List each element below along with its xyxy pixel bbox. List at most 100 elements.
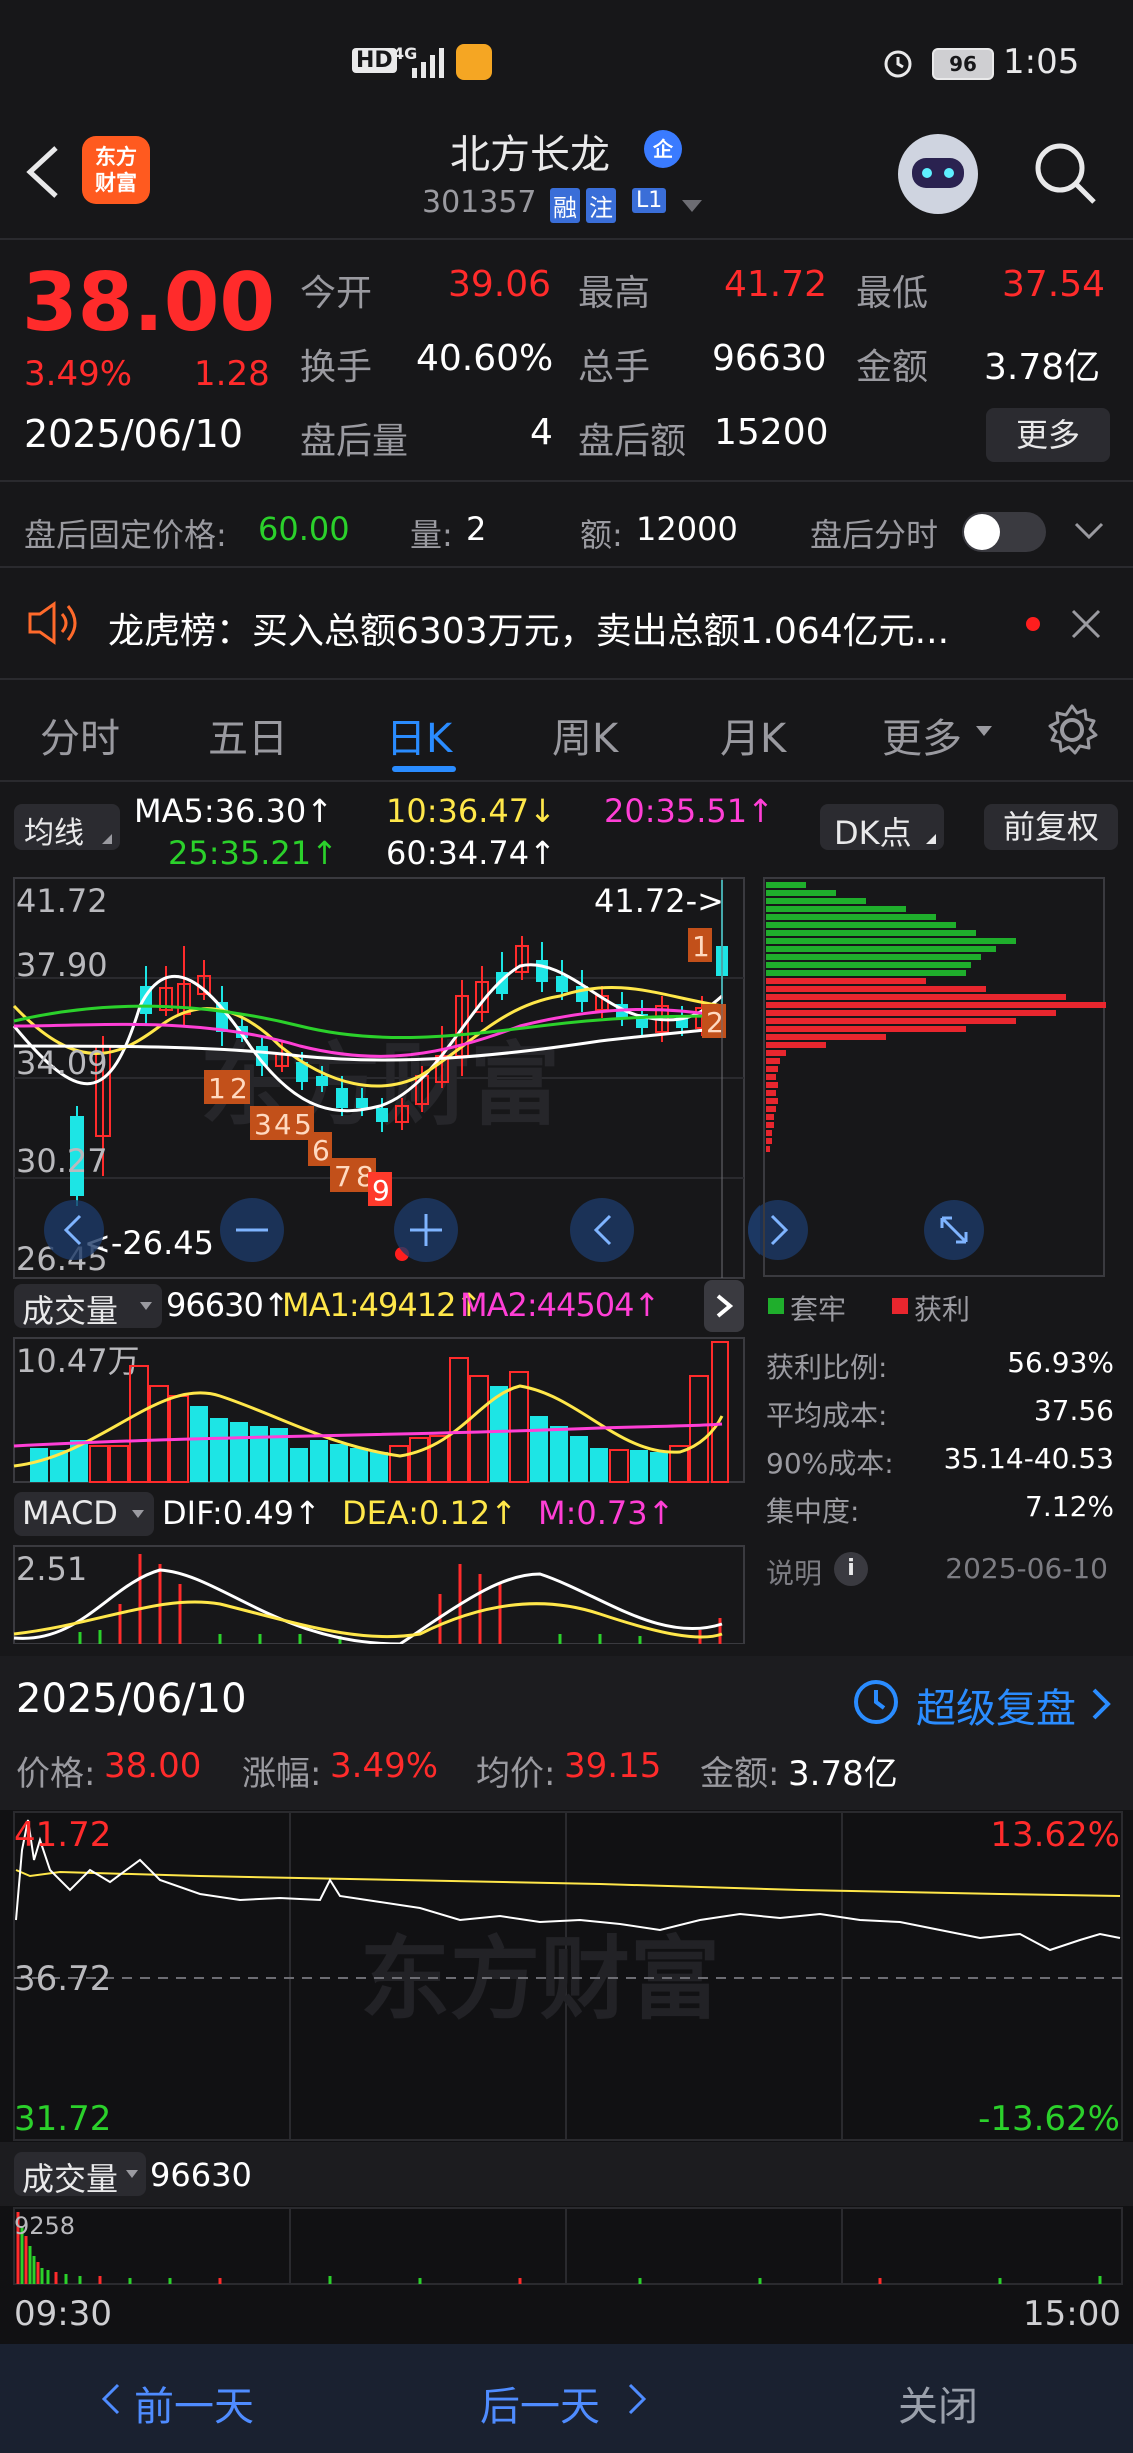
note-date: 2025-06-10: [945, 1552, 1108, 1585]
tab-intraday[interactable]: 分时: [40, 706, 120, 764]
dk-point-button[interactable]: DK点: [820, 804, 944, 852]
chip-stats: 套牢 获利 获利比例: 56.93% 平均成本: 37.56 90%成本: 35…: [762, 1284, 1122, 1590]
after-amt-value: 12000: [636, 510, 738, 548]
profit-ratio-label: 获利比例:: [766, 1351, 888, 1384]
volume-selector[interactable]: 成交量: [14, 1284, 162, 1330]
bottom-nav: 前一天 后一天 关闭: [0, 2344, 1133, 2453]
battery-indicator: 96: [932, 48, 994, 80]
concentration-label: 集中度:: [766, 1495, 860, 1528]
macd-top-label: 2.51: [16, 1550, 87, 1588]
chevron-right-blue-icon[interactable]: [1090, 1686, 1114, 1722]
legend-trapped: 套牢: [790, 1293, 847, 1326]
chip-profit-bars: [766, 978, 1106, 1152]
low-label: 最低: [856, 273, 929, 314]
high-label: 最高: [578, 273, 651, 314]
intraday-top-pct: 13.62%: [990, 1815, 1120, 1855]
notice-bar[interactable]: 龙虎榜：买入总额6303万元，卖出总额1.064亿元...: [0, 568, 1133, 678]
search-icon[interactable]: [1030, 138, 1100, 208]
history-replay-icon[interactable]: [850, 1676, 902, 1728]
tab-active-underline: [392, 766, 456, 772]
panel-expand-button[interactable]: [704, 1280, 744, 1332]
speaker-icon: [28, 601, 77, 645]
robot-avatar-icon[interactable]: [898, 134, 978, 214]
y-label-1: 41.72: [16, 882, 108, 920]
scroll-left-button[interactable]: [570, 1198, 634, 1262]
status-bar: HD 4G 96 1:05: [0, 0, 1133, 120]
app-logo[interactable]: 东方 财富: [82, 136, 150, 204]
battery-level: 96: [949, 52, 977, 76]
intraday-volume-selector[interactable]: 成交量: [14, 2152, 146, 2198]
after-intraday-toggle[interactable]: [962, 512, 1046, 552]
adjust-button[interactable]: 前复权: [984, 804, 1118, 850]
chart-controls: [220, 1198, 760, 1262]
volume-value: 96630: [712, 338, 827, 379]
more-button[interactable]: 更多: [986, 408, 1110, 462]
prev-kline-arrow-icon[interactable]: [42, 1198, 106, 1262]
macd-panel-header: MACD DIF:0.49↑ DEA:0.12↑ M:0.73↑: [0, 1488, 760, 1540]
seq-label-1: 1: [208, 1072, 226, 1105]
note-link[interactable]: 说明: [766, 1552, 822, 1592]
close-button[interactable]: 关闭: [898, 2374, 978, 2432]
y-label-2: 37.90: [16, 946, 108, 984]
hd-indicator: HD: [352, 48, 397, 73]
change-amount: 1.28: [194, 354, 270, 394]
fixed-price-label: 盘后固定价格:: [24, 516, 227, 554]
quote-panel: 38.00 3.49% 1.28 2025/06/10 今开 39.06 最高 …: [0, 240, 1133, 480]
tab-five-day[interactable]: 五日: [208, 706, 288, 764]
macd-chart: 2.51: [13, 1545, 745, 1644]
seq-label-2-top: 2: [706, 1006, 724, 1039]
ma10-value: 10:36.47↓: [386, 792, 556, 830]
open-label: 今开: [300, 273, 373, 314]
notice-text: 龙虎榜：买入总额6303万元，卖出总额1.064亿元...: [108, 611, 950, 652]
prev-day-button[interactable]: 前一天: [100, 2370, 290, 2430]
intraday-avg: 39.15: [564, 1746, 662, 1786]
avg-cost-value: 37.56: [1033, 1394, 1114, 1427]
turnover-label: 换手: [300, 347, 373, 388]
seq-label-2: 2: [230, 1072, 248, 1105]
concentration-value: 7.12%: [1025, 1490, 1114, 1523]
after-volume-label: 盘后量: [300, 421, 409, 462]
chevron-right-icon: [716, 1294, 734, 1318]
clock: 1:05: [1003, 42, 1080, 82]
legend-profit-swatch: [892, 1298, 908, 1314]
volume-value: 96630↑: [166, 1286, 290, 1324]
tab-weekly-k[interactable]: 周K: [552, 706, 618, 764]
profit-ratio-value: 56.93%: [1007, 1346, 1114, 1379]
dk-point-label: DK点: [834, 814, 912, 852]
amount-value: 3.78亿: [984, 347, 1101, 388]
prev-day-label: 前一天: [134, 2384, 254, 2430]
change-percent: 3.49%: [24, 354, 133, 394]
tab-more-caret-icon: [976, 726, 992, 736]
tag-margin: 融: [550, 188, 580, 223]
intraday-volume-selector-label: 成交量: [22, 2160, 119, 2198]
tag-registration: 注: [586, 188, 616, 223]
kline-chart[interactable]: 东方财富 1 2 1 2 3 4 5 6 7 8 9 41.72 37.90 3…: [0, 876, 760, 1280]
next-day-label: 后一天: [480, 2384, 600, 2430]
settings-gear-icon[interactable]: [1042, 700, 1102, 760]
after-hours-row: 盘后固定价格: 60.00 量: 2 额: 12000 盘后分时: [0, 482, 1133, 566]
info-icon[interactable]: i: [834, 1552, 868, 1586]
next-day-button[interactable]: 后一天: [480, 2370, 670, 2430]
tab-monthly-k[interactable]: 月K: [720, 706, 786, 764]
unread-dot: [1026, 617, 1040, 631]
avg-cost-label: 平均成本:: [766, 1399, 888, 1432]
intraday-volume-caret-icon: [126, 2170, 138, 2178]
seq-label-6: 6: [312, 1134, 330, 1167]
low-value: 37.54: [1002, 264, 1106, 305]
after-amount-label: 盘后额: [578, 421, 687, 462]
close-icon[interactable]: [1070, 608, 1102, 640]
chevron-down-icon[interactable]: [1074, 522, 1104, 542]
ma5-value: MA5:36.30↑: [134, 792, 334, 830]
volume-selector-caret-icon: [140, 1302, 152, 1310]
intraday-chart[interactable]: 东方财富 41.72 36.72 31.72 13.62% -13.62%: [0, 1810, 1133, 2142]
macd-dea: DEA:0.12↑: [342, 1494, 518, 1532]
ma-selector[interactable]: 均线: [14, 804, 120, 851]
tab-daily-k[interactable]: 日K: [386, 706, 452, 764]
intraday-chg-label: 涨幅:: [242, 1754, 322, 1794]
dropdown-caret-icon[interactable]: [680, 198, 704, 216]
back-arrow-icon[interactable]: [20, 142, 64, 202]
super-replay-link[interactable]: 超级复盘: [916, 1676, 1076, 1734]
tab-more[interactable]: 更多: [882, 706, 962, 764]
macd-selector[interactable]: MACD: [14, 1492, 154, 1536]
intraday-volume-chart: 9258: [0, 2206, 1133, 2286]
